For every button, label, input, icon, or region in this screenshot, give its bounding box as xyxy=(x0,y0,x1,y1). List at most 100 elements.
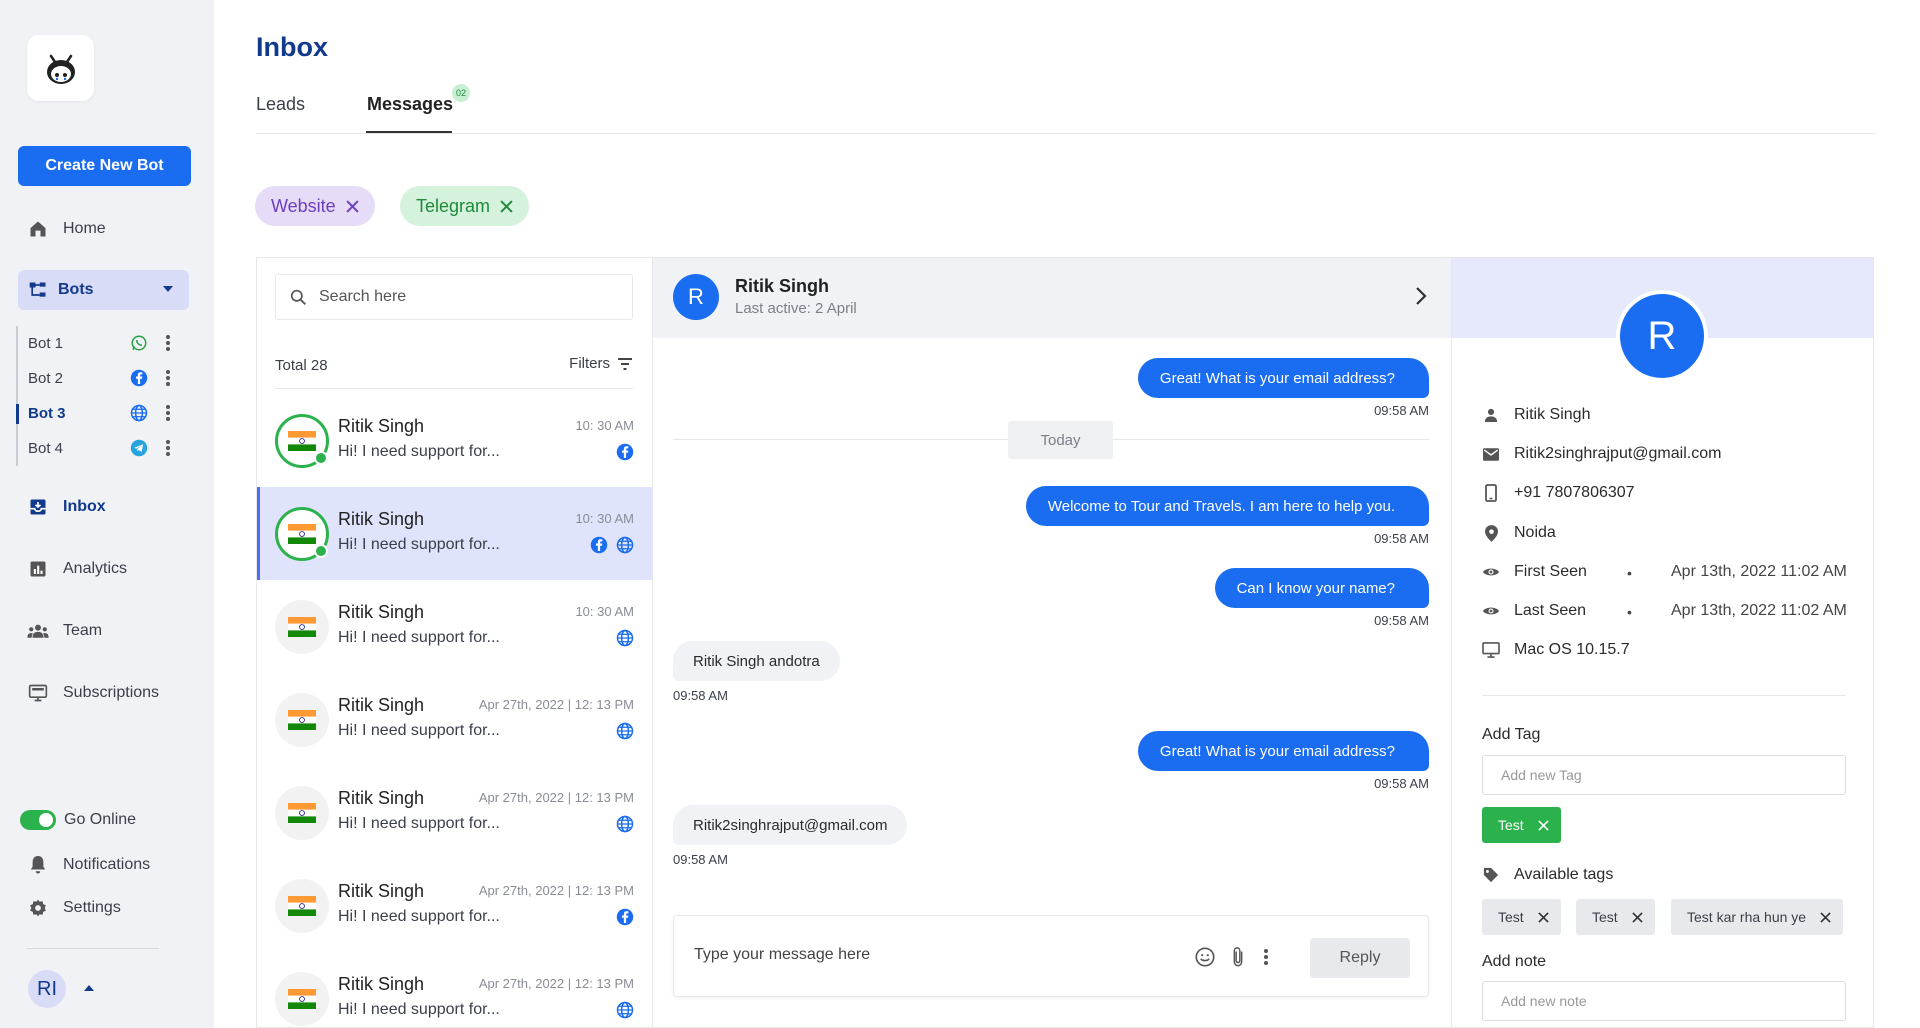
nav-notifications-label: Notifications xyxy=(63,856,151,873)
sidebar: Create New Bot Home Bots Bot 1 Bot 2 Bot… xyxy=(0,0,214,1028)
nav-inbox[interactable]: Inbox xyxy=(27,496,106,518)
close-icon[interactable] xyxy=(1820,911,1831,923)
filters-button[interactable]: Filters xyxy=(569,355,632,372)
available-tag[interactable]: Test xyxy=(1482,899,1561,935)
bot-3-more-icon[interactable] xyxy=(166,404,170,422)
messages-count-badge: 02 xyxy=(452,84,470,102)
nav-home[interactable]: Home xyxy=(27,218,106,240)
last-seen-label: Last Seen xyxy=(1514,602,1587,619)
close-icon[interactable] xyxy=(1538,819,1549,831)
message-input[interactable] xyxy=(694,946,1154,964)
attachment-icon[interactable] xyxy=(1230,946,1246,968)
conversation-time: 10: 30 AM xyxy=(575,511,634,526)
nav-bots[interactable]: Bots xyxy=(18,270,189,310)
user-avatar[interactable]: RI xyxy=(28,970,66,1008)
incoming-message: Ritik Singh andotra xyxy=(673,641,840,681)
conversation-name: Ritik Singh xyxy=(338,416,425,436)
conversation-item[interactable]: Ritik Singh Hi! I need support for... 10… xyxy=(257,580,652,673)
globe-icon xyxy=(616,629,634,647)
bot-2-more-icon[interactable] xyxy=(166,369,170,387)
analytics-icon xyxy=(27,558,49,580)
conversation-item[interactable]: Ritik Singh Hi! I need support for... Ap… xyxy=(257,673,652,766)
filter-chip-telegram[interactable]: Telegram xyxy=(400,186,530,226)
go-online-toggle[interactable]: Go Online xyxy=(20,810,136,830)
nav-bots-label: Bots xyxy=(58,281,94,298)
bot-item-3[interactable]: Bot 3 xyxy=(16,396,186,431)
bot-item-1[interactable]: Bot 1 xyxy=(18,326,186,361)
close-icon[interactable] xyxy=(1632,911,1643,923)
close-icon[interactable] xyxy=(346,199,359,213)
filter-chip-label: Telegram xyxy=(416,195,491,216)
conversation-name: Ritik Singh xyxy=(338,602,425,622)
outgoing-message: Great! What is your email address? xyxy=(1137,731,1429,771)
subscriptions-icon xyxy=(27,682,49,704)
chevron-right-icon[interactable] xyxy=(1415,286,1427,306)
online-status-dot xyxy=(314,544,328,558)
nav-analytics[interactable]: Analytics xyxy=(27,558,127,580)
profile-name-row: Ritik Singh xyxy=(1482,406,1590,424)
conversation-name: Ritik Singh xyxy=(338,695,425,715)
emoji-icon[interactable] xyxy=(1194,946,1216,968)
bot-1-more-icon[interactable] xyxy=(166,334,170,352)
filter-chip-website[interactable]: Website xyxy=(255,186,375,226)
facebook-icon xyxy=(616,443,634,461)
conversation-item[interactable]: Ritik Singh Hi! I need support for... Ap… xyxy=(257,766,652,859)
bots-tree-icon xyxy=(28,280,48,300)
search-input[interactable] xyxy=(319,288,619,306)
chat-header: R Ritik Singh Last active: 2 April xyxy=(653,258,1451,338)
applied-tag-label: Test xyxy=(1498,817,1524,833)
nav-settings[interactable]: Settings xyxy=(27,897,121,919)
close-icon[interactable] xyxy=(1538,911,1549,923)
more-vertical-icon[interactable] xyxy=(1264,948,1268,966)
conversation-time: Apr 27th, 2022 | 12: 13 PM xyxy=(478,976,634,991)
tab-leads[interactable]: Leads xyxy=(256,94,305,115)
page-title: Inbox xyxy=(256,32,328,62)
available-tag[interactable]: Test kar rha hun ye xyxy=(1671,899,1844,935)
list-divider xyxy=(275,388,633,389)
bot-item-4[interactable]: Bot 4 xyxy=(18,431,186,466)
first-seen-label: First Seen xyxy=(1514,563,1587,580)
nav-subscriptions[interactable]: Subscriptions xyxy=(27,682,159,704)
conversation-name: Ritik Singh xyxy=(338,974,425,994)
bot-item-2[interactable]: Bot 2 xyxy=(18,361,186,396)
telegram-icon xyxy=(130,439,148,457)
caret-down-icon[interactable] xyxy=(163,286,173,292)
go-online-label: Go Online xyxy=(64,811,137,828)
add-tag-title: Add Tag xyxy=(1482,726,1541,743)
conversation-item[interactable]: Ritik Singh Hi! I need support for... Ap… xyxy=(257,859,652,952)
nav-team[interactable]: Team xyxy=(27,620,102,642)
search-box[interactable] xyxy=(275,274,633,320)
profile-location-row: Noida xyxy=(1482,524,1556,542)
caret-up-icon[interactable] xyxy=(84,985,94,991)
bot-4-more-icon[interactable] xyxy=(166,439,170,457)
facebook-icon xyxy=(616,908,634,926)
available-tag-label: Test xyxy=(1498,909,1524,925)
bot-logo-icon xyxy=(46,54,75,84)
bot-list: Bot 1 Bot 2 Bot 3 Bot 4 xyxy=(16,326,186,466)
online-toggle-switch[interactable] xyxy=(20,810,56,830)
message-time: 09:58 AM xyxy=(673,688,728,703)
india-flag-avatar xyxy=(275,879,329,933)
inbox-icon xyxy=(27,496,49,518)
conversation-item[interactable]: Ritik Singh Hi! I need support for... Ap… xyxy=(257,952,652,1028)
profile-phone-row: +91 7807806307 xyxy=(1482,484,1635,502)
conversation-item-selected[interactable]: Ritik Singh Hi! I need support for... 10… xyxy=(257,487,652,580)
conversation-item[interactable]: Ritik Singh Hi! I need support for... 10… xyxy=(257,394,652,487)
add-note-input[interactable] xyxy=(1482,981,1846,1021)
nav-notifications[interactable]: Notifications xyxy=(27,854,150,876)
create-new-bot-button[interactable]: Create New Bot xyxy=(18,146,191,186)
reply-button[interactable]: Reply xyxy=(1310,938,1410,978)
app-logo[interactable] xyxy=(27,35,94,101)
available-tag-label: Test kar rha hun ye xyxy=(1687,909,1807,925)
online-status-dot xyxy=(314,451,328,465)
india-flag-avatar xyxy=(275,972,329,1026)
message-composer: Reply xyxy=(673,915,1429,997)
applied-tag[interactable]: Test xyxy=(1482,807,1561,843)
filter-chip-label: Website xyxy=(271,195,336,216)
conversation-time: 10: 30 AM xyxy=(575,418,634,433)
tab-messages[interactable]: Messages xyxy=(367,94,453,115)
available-tag[interactable]: Test xyxy=(1576,899,1655,935)
add-tag-input[interactable] xyxy=(1482,755,1846,795)
close-icon[interactable] xyxy=(500,199,513,213)
nav-subscriptions-label: Subscriptions xyxy=(63,684,160,701)
